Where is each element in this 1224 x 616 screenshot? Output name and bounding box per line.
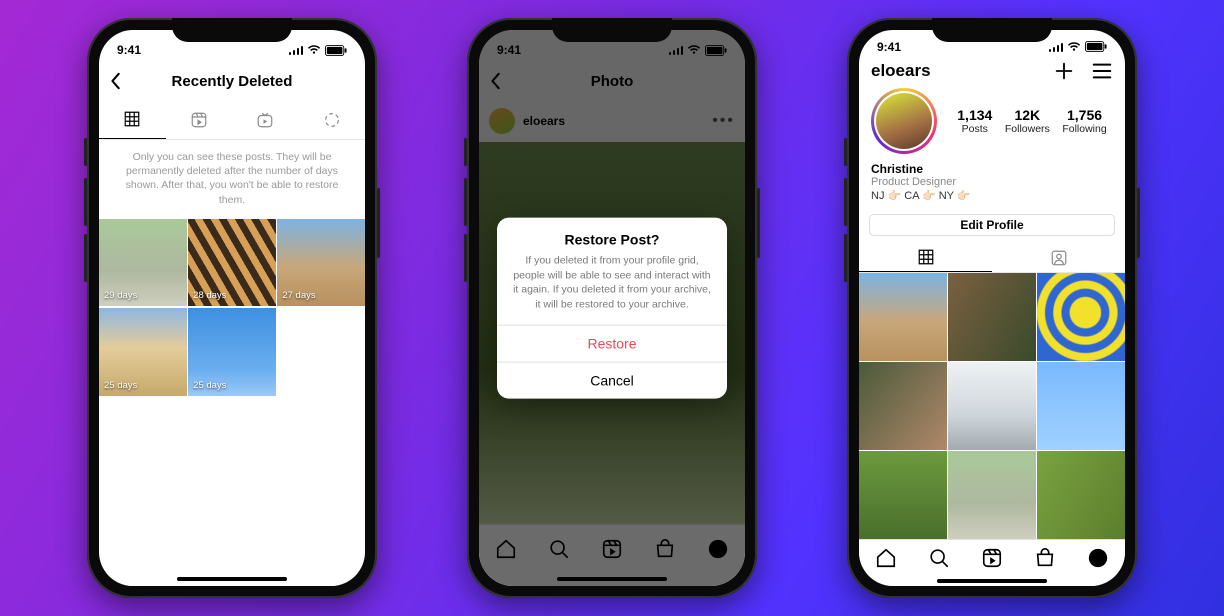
create-button[interactable] [1053, 60, 1075, 82]
deleted-posts-grid: 29 days 28 days 27 days 25 days 25 days [99, 219, 365, 396]
profile-post[interactable] [1037, 273, 1125, 361]
status-time: 9:41 [877, 40, 901, 54]
tab-posts-grid[interactable] [859, 244, 992, 272]
deleted-post[interactable]: 25 days [188, 308, 276, 396]
username-dropdown[interactable]: eloears [871, 61, 931, 81]
story-ring-icon [323, 111, 341, 129]
shop-icon [1034, 547, 1056, 569]
bio-text: NJ 👉🏻 CA 👉🏻 NY 👉🏻 [871, 189, 1113, 202]
bottom-nav [859, 539, 1125, 576]
tab-grid[interactable] [99, 100, 166, 139]
edit-profile-button[interactable]: Edit Profile [869, 214, 1115, 236]
phone-recently-deleted: 9:41 Recently Deleted [87, 18, 377, 598]
grid-icon [123, 110, 141, 128]
reels-icon [981, 547, 1003, 569]
battery-icon [1085, 41, 1107, 52]
info-text: Only you can see these posts. They will … [99, 140, 365, 219]
home-indicator[interactable] [99, 572, 365, 586]
home-indicator[interactable] [859, 575, 1125, 586]
bio-category: Product Designer [871, 176, 1113, 188]
deleted-post[interactable]: 28 days [188, 219, 276, 307]
tagged-icon [1050, 249, 1068, 267]
igtv-icon [256, 111, 274, 129]
signal-icon [289, 45, 304, 55]
profile-picture[interactable] [871, 88, 937, 154]
profile-header: eloears [859, 57, 1125, 84]
nav-search[interactable] [928, 547, 950, 569]
nav-profile[interactable] [1087, 547, 1109, 569]
page-title: Recently Deleted [172, 73, 293, 90]
nav-shop[interactable] [1034, 547, 1056, 569]
stat-posts[interactable]: 1,134 Posts [957, 107, 992, 135]
tab-reels[interactable] [166, 100, 233, 139]
profile-post[interactable] [859, 451, 947, 539]
plus-icon [1053, 60, 1075, 82]
days-left-badge: 25 days [193, 380, 226, 391]
phone-profile: 9:41 eloears 1,134 Posts [847, 18, 1137, 598]
days-left-badge: 27 days [282, 290, 315, 301]
restore-post-alert: Restore Post? If you deleted it from you… [497, 218, 727, 399]
deleted-post[interactable]: 29 days [99, 219, 187, 307]
profile-posts-grid [859, 273, 1125, 539]
stat-number: 12K [1005, 107, 1050, 123]
profile-post[interactable] [1037, 362, 1125, 450]
days-left-badge: 28 days [193, 290, 226, 301]
days-left-badge: 25 days [104, 380, 137, 391]
profile-tabs [859, 244, 1125, 273]
deleted-post[interactable]: 25 days [99, 308, 187, 396]
stat-label: Followers [1005, 123, 1050, 135]
deleted-post[interactable]: 27 days [277, 219, 365, 307]
stat-number: 1,134 [957, 107, 992, 123]
profile-post[interactable] [948, 362, 1036, 450]
status-indicators [289, 45, 348, 56]
nav-header: Recently Deleted [99, 64, 365, 100]
alert-title: Restore Post? [497, 218, 727, 254]
search-icon [928, 547, 950, 569]
signal-icon [1049, 42, 1064, 52]
cancel-button[interactable]: Cancel [497, 361, 727, 398]
back-button[interactable] [109, 72, 123, 90]
profile-post[interactable] [859, 273, 947, 361]
wifi-icon [1067, 42, 1081, 52]
wifi-icon [307, 45, 321, 55]
stat-followers[interactable]: 12K Followers [1005, 107, 1050, 135]
stat-following[interactable]: 1,756 Following [1062, 107, 1106, 135]
status-time: 9:41 [117, 43, 141, 57]
days-left-badge: 29 days [104, 290, 137, 301]
bio-name: Christine [871, 162, 1113, 176]
nav-reels[interactable] [981, 547, 1003, 569]
status-indicators [1049, 41, 1108, 52]
reels-icon [190, 111, 208, 129]
profile-bio: Christine Product Designer NJ 👉🏻 CA 👉🏻 N… [859, 158, 1125, 210]
profile-post[interactable] [859, 362, 947, 450]
grid-icon [917, 248, 935, 266]
profile-post[interactable] [948, 451, 1036, 539]
battery-icon [325, 45, 347, 56]
menu-button[interactable] [1091, 62, 1113, 80]
hamburger-icon [1091, 62, 1113, 80]
tab-stories[interactable] [299, 100, 366, 139]
nav-home[interactable] [875, 547, 897, 569]
tab-igtv[interactable] [232, 100, 299, 139]
media-type-tabs [99, 100, 365, 140]
profile-icon [1087, 547, 1109, 569]
alert-body: If you deleted it from your profile grid… [497, 254, 727, 325]
stat-label: Following [1062, 123, 1106, 135]
phone-restore-dialog: 9:41 Photo eloears ••• [467, 18, 757, 598]
profile-post[interactable] [948, 273, 1036, 361]
tab-tagged[interactable] [992, 244, 1125, 272]
profile-stats-row: 1,134 Posts 12K Followers 1,756 Followin… [859, 84, 1125, 158]
stat-number: 1,756 [1062, 107, 1106, 123]
home-icon [875, 547, 897, 569]
restore-button[interactable]: Restore [497, 324, 727, 361]
stat-label: Posts [957, 123, 992, 135]
profile-post[interactable] [1037, 451, 1125, 539]
